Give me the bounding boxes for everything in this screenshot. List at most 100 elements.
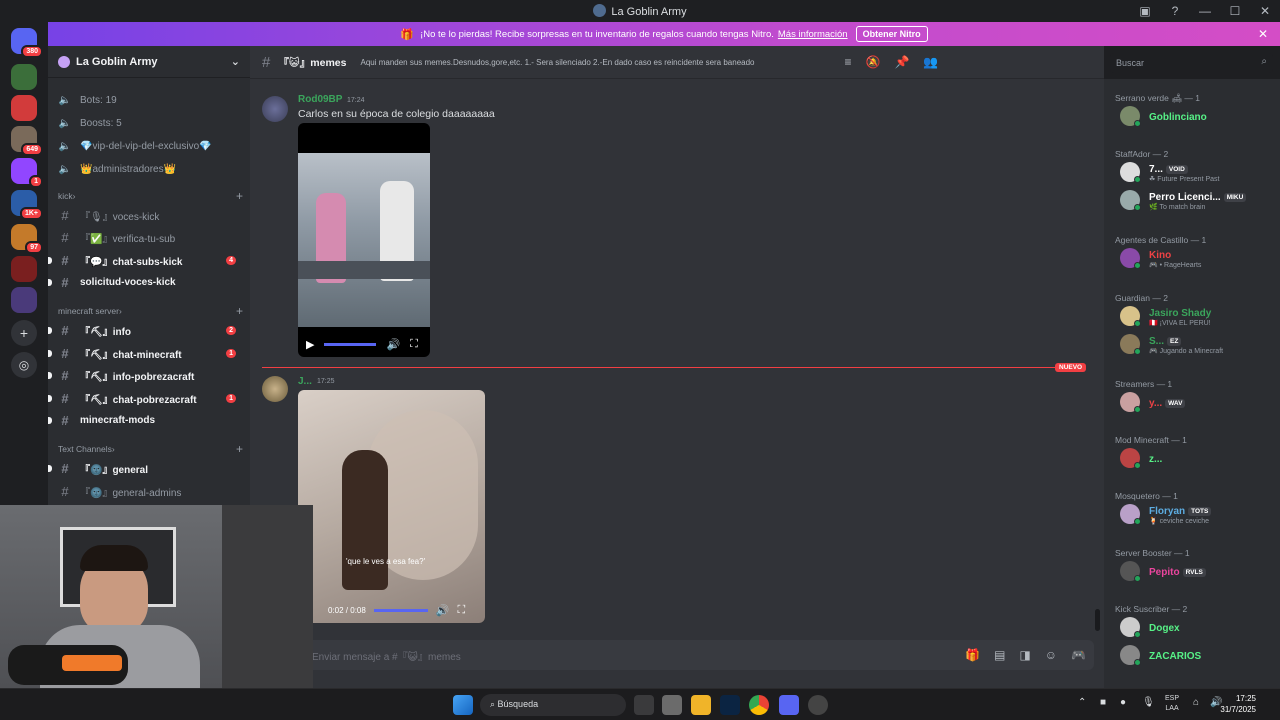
- avatar[interactable]: [262, 96, 288, 122]
- chevron-down-icon[interactable]: ⌄: [231, 55, 240, 68]
- message-author[interactable]: J...: [298, 376, 312, 387]
- voice-stat-channel[interactable]: 🔈 Bots: 19: [56, 90, 246, 110]
- close-button[interactable]: ✕: [1250, 4, 1280, 18]
- clan-tag: MIKU: [1223, 193, 1247, 202]
- channel-item[interactable]: # 『⛏』chat-pobrezacraft 1: [48, 388, 246, 408]
- gift-icon[interactable]: 🎁: [965, 648, 980, 662]
- app-icon[interactable]: [662, 695, 682, 715]
- search-input[interactable]: Buscar ⌕: [1110, 53, 1273, 73]
- member-item[interactable]: y... WAV: [1120, 392, 1275, 416]
- member-item[interactable]: Kino 🎮 • RageHearts: [1120, 248, 1275, 272]
- channel-category[interactable]: kick › +: [58, 189, 243, 203]
- member-item[interactable]: Jasiro Shady 🇵🇪 ¡VIVA EL PERÚ!: [1120, 306, 1275, 330]
- server-icon[interactable]: 380: [11, 28, 43, 58]
- server-icon[interactable]: 1: [11, 158, 43, 188]
- member-list-icon[interactable]: 👥: [923, 55, 938, 69]
- scrollbar[interactable]: [1095, 609, 1100, 631]
- play-icon[interactable]: ▶: [306, 338, 314, 351]
- channel-item[interactable]: # minecraft-mods: [48, 411, 246, 431]
- avatar[interactable]: [262, 376, 288, 402]
- minimize-button[interactable]: —: [1190, 4, 1220, 18]
- channel-item[interactable]: # 『🎙』voces-kick: [56, 205, 246, 225]
- server-icon[interactable]: 97: [11, 224, 43, 254]
- apps-icon[interactable]: 🎮: [1071, 648, 1086, 662]
- channel-topic[interactable]: Aqui manden sus memes.Desnudos,gore,etc.…: [360, 58, 830, 67]
- member-item[interactable]: S... EZ 🎮 Jugando a Minecraft: [1120, 334, 1275, 358]
- member-item[interactable]: ZACARIOS: [1120, 645, 1275, 669]
- add-server-icon[interactable]: +: [11, 320, 37, 346]
- channel-item[interactable]: # 『⛏』chat-minecraft 1: [48, 343, 246, 363]
- member-item[interactable]: Goblinciano: [1120, 106, 1275, 130]
- channel-item[interactable]: # 『⛏』info-pobrezacraft: [48, 366, 246, 386]
- gif-icon[interactable]: ▤: [994, 648, 1005, 662]
- tray-app-icon[interactable]: ■: [1100, 697, 1106, 708]
- member-item[interactable]: Pepito RVLS: [1120, 561, 1275, 585]
- video-progress[interactable]: [373, 608, 428, 612]
- hash-icon: #: [61, 368, 69, 384]
- server-icon[interactable]: [11, 287, 37, 313]
- add-channel-icon[interactable]: +: [236, 189, 243, 203]
- microphone-icon[interactable]: 🎙: [1142, 697, 1155, 708]
- video-attachment[interactable]: 'que le ves a esa fea?' 0:02 / 0:08 🔊 ⛶: [298, 390, 485, 623]
- server-header[interactable]: La Goblin Army ⌄: [48, 46, 250, 78]
- task-view-icon[interactable]: [634, 695, 654, 715]
- emoji-icon[interactable]: ☺: [1045, 648, 1057, 662]
- tray-app-icon[interactable]: ●: [1120, 697, 1126, 708]
- add-channel-icon[interactable]: +: [236, 304, 243, 318]
- add-channel-icon[interactable]: +: [236, 442, 243, 456]
- explore-icon[interactable]: ◎: [11, 352, 37, 378]
- member-item[interactable]: 7... VOID ☘ Future Present Past: [1120, 162, 1275, 186]
- channel-item[interactable]: # solicitud-voces-kick: [48, 273, 246, 293]
- message-composer[interactable]: Enviar mensaje a #『😺』memes 🎁 ▤ ◨ ☺ 🎮: [264, 640, 1094, 670]
- threads-icon[interactable]: ≡: [844, 55, 851, 69]
- banner-link[interactable]: Más información: [778, 29, 848, 40]
- file-explorer-icon[interactable]: [691, 695, 711, 715]
- discord-icon[interactable]: [779, 695, 799, 715]
- member-item[interactable]: Floryan TOTS 🍹 ceviche ceviche: [1120, 504, 1275, 528]
- volume-icon[interactable]: 🔊: [436, 604, 450, 617]
- photoshop-icon[interactable]: [720, 695, 740, 715]
- windows-start-icon[interactable]: [453, 695, 473, 715]
- server-icon[interactable]: [11, 95, 37, 121]
- channel-item[interactable]: # 『🌚』general-admins: [56, 481, 246, 501]
- chevron-icon: ›: [72, 191, 76, 201]
- video-attachment[interactable]: ▶ 🔊 ⛶: [298, 123, 430, 357]
- message-author[interactable]: Rod09BP: [298, 94, 342, 105]
- maximize-button[interactable]: ☐: [1220, 4, 1250, 18]
- member-name: 7... VOID: [1149, 164, 1188, 175]
- language-indicator[interactable]: ESP LAA: [1165, 694, 1179, 714]
- chevron-up-icon[interactable]: ⌃: [1078, 697, 1086, 708]
- server-icon[interactable]: 649: [11, 126, 43, 156]
- sticker-icon[interactable]: ◨: [1019, 648, 1030, 662]
- server-icon[interactable]: [11, 64, 37, 90]
- server-icon[interactable]: 1K+: [11, 190, 43, 220]
- video-progress[interactable]: [324, 342, 377, 346]
- taskbar-search[interactable]: ⌕ Búsqueda: [480, 694, 626, 716]
- inbox-icon[interactable]: ▣: [1130, 4, 1160, 18]
- member-item[interactable]: Dogex: [1120, 617, 1275, 641]
- volume-icon[interactable]: 🔊: [386, 338, 400, 351]
- fullscreen-icon[interactable]: ⛶: [458, 604, 466, 617]
- pin-icon[interactable]: 📌: [894, 55, 909, 69]
- voice-stat-channel[interactable]: 🔈 Boosts: 5: [56, 113, 246, 133]
- member-item[interactable]: z...: [1120, 448, 1275, 472]
- channel-category[interactable]: minecraft server › +: [58, 304, 243, 318]
- chrome-icon[interactable]: [749, 695, 769, 715]
- member-item[interactable]: Perro Licenci... MIKU 🌿 To match brain: [1120, 190, 1275, 214]
- clock[interactable]: 17:25 31/7/2025: [1220, 693, 1256, 715]
- voice-stat-channel[interactable]: 🔈 💎vip-del-vip-del-exclusivo💎: [56, 136, 246, 156]
- channel-item[interactable]: # 『🌚』general: [48, 458, 246, 478]
- channel-item[interactable]: # 『💬』chat-subs-kick 4: [48, 250, 246, 270]
- channel-category[interactable]: Text Channels › +: [58, 442, 243, 456]
- get-nitro-button[interactable]: Obtener Nitro: [855, 26, 928, 42]
- channel-item[interactable]: # 『⛏』info 2: [48, 320, 246, 340]
- network-icon[interactable]: ⌂: [1193, 697, 1199, 708]
- notifications-icon[interactable]: 🔕: [866, 55, 881, 69]
- fullscreen-icon[interactable]: ⛶: [410, 338, 418, 351]
- obs-icon[interactable]: [808, 695, 828, 715]
- channel-item[interactable]: # 『✅』verifica-tu-sub: [56, 228, 246, 248]
- close-icon[interactable]: ✕: [1258, 27, 1268, 41]
- server-icon[interactable]: [11, 256, 37, 282]
- voice-stat-channel[interactable]: 🔈 👑administradores👑: [56, 159, 246, 179]
- help-icon[interactable]: ?: [1160, 4, 1190, 18]
